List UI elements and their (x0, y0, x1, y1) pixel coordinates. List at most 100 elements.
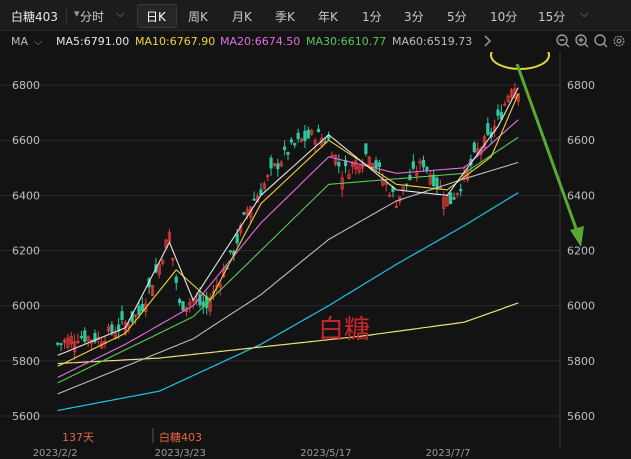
candle-body (235, 233, 239, 244)
candle-body (316, 128, 321, 133)
candle-body (56, 342, 60, 345)
y-tick-label: 6600 (12, 134, 40, 147)
candle-body (286, 152, 290, 155)
x-tick-label: 2023/5/17 (300, 448, 351, 459)
x-tick-label: 2023/7/7 (426, 448, 471, 459)
y-tick-label: 6000 (12, 300, 40, 313)
tab-period-1min[interactable]: 1分 (362, 8, 382, 25)
candle-body (252, 198, 256, 201)
candle-body (181, 301, 185, 311)
candle-body (432, 174, 436, 187)
candle-body (364, 143, 368, 155)
contract-label: 白糖403 (159, 430, 202, 444)
candle-body (79, 336, 83, 338)
candle-body (330, 154, 334, 157)
candle-body (459, 189, 463, 192)
y-tick-label: 6400 (12, 189, 40, 202)
tab-period-5min[interactable]: 5分 (447, 8, 467, 25)
zoom-out-icon[interactable] (555, 33, 571, 49)
ma-lines (57, 87, 519, 395)
watermark-label: 白糖 (318, 315, 370, 345)
tab-period-month[interactable]: 月K (232, 8, 252, 25)
y-tick-label: 6000 (567, 300, 595, 313)
ma-label[interactable]: MA (11, 35, 28, 48)
tab-period-3min[interactable]: 3分 (404, 8, 424, 25)
candle-body (303, 130, 307, 141)
candle-body (140, 303, 144, 312)
settings-icon[interactable] (612, 33, 626, 49)
chevron-down-icon[interactable]: ⌵ (580, 7, 588, 21)
candle-body (137, 305, 141, 315)
chevron-right-icon[interactable] (479, 33, 495, 49)
ma10-value: MA10:6767.90 (135, 35, 216, 48)
candle-body (83, 330, 87, 342)
divider (66, 6, 67, 24)
ma-line-ma30 (57, 136, 519, 384)
candle-body (452, 197, 456, 200)
search-icon[interactable] (593, 33, 609, 49)
candle-body (242, 212, 246, 215)
candle-body (120, 311, 124, 320)
candle-body (59, 343, 63, 345)
y-tick-label: 5600 (12, 410, 40, 423)
candles (56, 82, 520, 360)
tab-period-day[interactable]: 日K (146, 8, 166, 25)
x-tick-label: 2023/3/23 (155, 448, 206, 459)
tab-period-quarter[interactable]: 季K (275, 8, 295, 25)
zoom-in-icon[interactable] (574, 33, 590, 49)
toolbar: 白糖403 ▾ 分时 ⌵ 日K 周K 月K 季K 年K 1分 3分 5分 10分… (0, 0, 631, 31)
candle-body (377, 162, 382, 167)
x-axis: 2023/2/2 2023/3/23 2023/5/17 2023/7/7 (33, 448, 471, 459)
candle-body (374, 160, 378, 169)
days-count-label: 137天 (62, 431, 94, 444)
y-axis-left: 5600 5800 6000 6200 6400 6600 6800 (12, 79, 40, 423)
candle-body (306, 129, 310, 139)
candle-body (448, 192, 453, 205)
candle-body (421, 159, 426, 168)
candle-body (296, 132, 300, 139)
candle-body (110, 324, 114, 333)
x-tick-label: 2023/2/2 (33, 448, 78, 459)
y-tick-label: 5800 (567, 355, 595, 368)
chart-grid (0, 52, 561, 447)
tab-period-10min[interactable]: 10分 (490, 8, 517, 25)
y-tick-label: 5600 (567, 410, 595, 423)
candle-body (174, 276, 178, 283)
tab-period-week[interactable]: 周K (188, 8, 208, 25)
candle-body (228, 250, 233, 253)
ma-legend-bar: MA ⌵ MA5:6791.00 MA10:6767.90 MA20:6674.… (0, 30, 631, 52)
y-tick-label: 6200 (12, 245, 40, 258)
long-ma-lines (57, 192, 519, 412)
ma60-value: MA60:6519.73 (392, 35, 473, 48)
candle-body (472, 142, 476, 153)
ma5-value: MA5:6791.00 (56, 35, 130, 48)
chevron-down-icon[interactable]: ⌵ (34, 35, 42, 49)
peak-highlight-ellipse (490, 52, 550, 70)
tab-period-year[interactable]: 年K (318, 8, 338, 25)
ma-line-ma5 (57, 87, 519, 356)
y-tick-label: 6800 (12, 79, 40, 92)
ma20-value: MA20:6674.50 (220, 35, 301, 48)
y-axis-right: 5600580060006200640066006800 (567, 79, 595, 423)
candle-body (425, 166, 429, 171)
candle-body (289, 139, 293, 143)
y-tick-label: 6600 (567, 134, 595, 147)
tab-period-timeshare[interactable]: 分时 (80, 8, 104, 25)
candle-body (293, 143, 297, 146)
candle-body (269, 157, 273, 169)
tab-period-15min[interactable]: 15分 (538, 8, 565, 25)
candle-body (178, 299, 182, 304)
candle-body (496, 109, 500, 116)
y-tick-label: 6400 (567, 189, 595, 202)
chevron-down-icon[interactable]: ▾ (74, 7, 80, 20)
long-ma-line (57, 192, 519, 412)
candlestick-chart[interactable]: 5600 5800 6000 6200 6400 6600 6800 5600 5800 600… (0, 52, 631, 459)
chevron-down-icon[interactable]: ⌵ (116, 7, 124, 21)
symbol-label[interactable]: 白糖403 (11, 8, 58, 25)
candle-body (411, 161, 415, 169)
ma30-value: MA30:6610.77 (306, 35, 387, 48)
y-tick-label: 5800 (12, 355, 40, 368)
candle-body (337, 161, 341, 167)
y-tick-label: 6800 (567, 79, 595, 92)
candle-body (435, 177, 439, 189)
